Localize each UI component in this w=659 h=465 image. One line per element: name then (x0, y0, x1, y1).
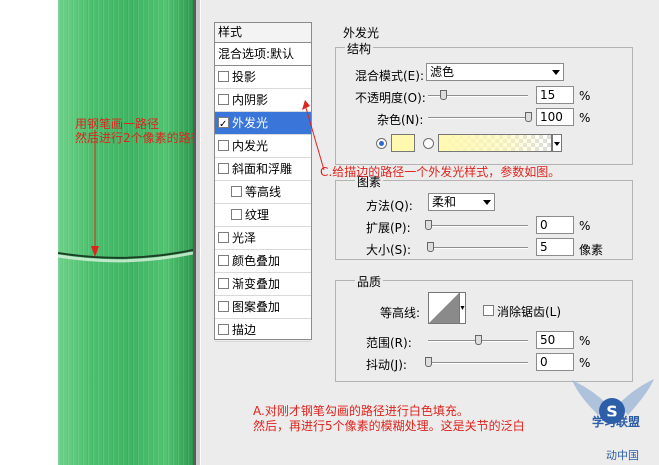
gradient-dropdown[interactable] (552, 134, 562, 152)
style-item-1[interactable]: 内阴影 (215, 89, 311, 112)
noise-input[interactable]: 100 (536, 108, 574, 126)
annotation-a-line-2: 然后，再进行5个像素的模糊处理。这是关节的泛白 (253, 419, 525, 433)
blending-options-item[interactable]: 混合选项:默认 (215, 43, 311, 66)
style-item-11[interactable]: 描边 (215, 319, 311, 342)
range-unit: % (579, 334, 591, 348)
style-checkbox[interactable] (231, 186, 242, 197)
canvas-background (0, 0, 58, 465)
antialias-label: 消除锯齿(L) (497, 305, 562, 319)
size-input[interactable]: 5 (536, 238, 574, 256)
noise-label: 杂色(N): (377, 113, 424, 127)
style-checkbox[interactable] (218, 232, 229, 243)
range-slider-thumb[interactable] (475, 335, 482, 345)
style-item-10[interactable]: 图案叠加 (215, 296, 311, 319)
annotation-c: C.给描边的路径一个外发光样式，参数如图。 (320, 165, 561, 179)
style-checkbox[interactable] (218, 301, 229, 312)
style-item-8[interactable]: 颜色叠加 (215, 250, 311, 273)
blend-mode-label: 混合模式(E): (355, 69, 424, 83)
style-label: 投影 (232, 70, 257, 84)
noise-unit: % (579, 111, 591, 125)
styles-list: 样式 混合选项:默认 投影内阴影外发光内发光斜面和浮雕等高线纹理光泽颜色叠加渐变… (214, 22, 312, 342)
style-label: 内阴影 (232, 93, 269, 107)
opacity-unit: % (579, 89, 591, 103)
style-label: 颜色叠加 (232, 254, 281, 268)
solid-color-radio[interactable] (376, 138, 387, 149)
watermark-sub: 动中国 (606, 449, 639, 462)
style-label: 内发光 (232, 139, 269, 153)
styles-header[interactable]: 样式 (215, 23, 311, 43)
style-item-6[interactable]: 纹理 (215, 204, 311, 227)
annotation-a: A.对刚才钢笔勾画的路径进行白色填充。 然后，再进行5个像素的模糊处理。这是关节… (253, 404, 525, 434)
quality-title: 品质 (355, 273, 384, 290)
style-checkbox[interactable] (218, 324, 229, 335)
style-label: 斜面和浮雕 (232, 162, 293, 176)
panel-title: 外发光 (343, 26, 380, 40)
gradient-picker[interactable] (438, 134, 552, 152)
styles-items: 投影内阴影外发光内发光斜面和浮雕等高线纹理光泽颜色叠加渐变叠加图案叠加描边 (215, 66, 311, 342)
size-slider-track[interactable] (428, 247, 528, 249)
spread-slider-thumb[interactable] (425, 220, 432, 230)
opacity-input[interactable]: 15 (536, 86, 574, 104)
jitter-label: 抖动(J): (366, 358, 407, 372)
spread-slider-track[interactable] (428, 225, 528, 227)
style-checkbox[interactable] (218, 255, 229, 266)
style-checkbox[interactable] (218, 71, 229, 82)
technique-label: 方法(Q): (366, 199, 413, 213)
bamboo-joint (58, 249, 193, 263)
style-label: 图案叠加 (232, 300, 281, 314)
blend-mode-value: 滤色 (430, 65, 455, 79)
contour-label: 等高线: (380, 306, 421, 320)
style-label: 外发光 (232, 116, 269, 130)
watermark-text: 学习联盟 (592, 415, 641, 429)
style-item-2[interactable]: 外发光 (215, 112, 311, 135)
style-item-7[interactable]: 光泽 (215, 227, 311, 250)
style-item-5[interactable]: 等高线 (215, 181, 311, 204)
style-checkbox[interactable] (218, 94, 229, 105)
glow-color-swatch[interactable] (391, 134, 415, 152)
range-label: 范围(R): (366, 336, 412, 350)
style-label: 渐变叠加 (232, 277, 281, 291)
technique-value: 柔和 (432, 195, 457, 209)
chevron-down-icon (483, 200, 491, 205)
style-checkbox[interactable] (218, 140, 229, 151)
antialias-checkbox[interactable] (483, 305, 494, 316)
style-checkbox[interactable] (218, 114, 229, 134)
style-label: 光泽 (232, 231, 257, 245)
noise-slider-track[interactable] (428, 117, 528, 119)
spread-unit: % (579, 219, 591, 233)
spread-input[interactable]: 0 (536, 216, 574, 234)
size-unit: 像素 (579, 243, 604, 257)
contour-preview[interactable] (428, 292, 466, 324)
style-checkbox[interactable] (231, 209, 242, 220)
structure-title: 结构 (345, 40, 374, 57)
style-item-4[interactable]: 斜面和浮雕 (215, 158, 311, 181)
range-input[interactable]: 50 (536, 331, 574, 349)
blend-mode-select[interactable]: 滤色 (426, 63, 564, 81)
style-label: 纹理 (245, 208, 270, 222)
opacity-slider-thumb[interactable] (440, 90, 447, 100)
style-label: 描边 (232, 323, 257, 337)
style-item-0[interactable]: 投影 (215, 66, 311, 89)
gradient-radio[interactable] (423, 138, 434, 149)
spread-label: 扩展(P): (366, 221, 411, 235)
jitter-slider-track[interactable] (428, 362, 528, 364)
annotation-arrow (91, 130, 99, 257)
size-slider-thumb[interactable] (427, 242, 434, 252)
chevron-down-icon (552, 70, 560, 75)
annotation-a-line-1: A.对刚才钢笔勾画的路径进行白色填充。 (253, 404, 469, 418)
chevron-down-icon (554, 142, 560, 146)
opacity-label: 不透明度(O): (355, 91, 426, 105)
jitter-unit: % (579, 356, 591, 370)
style-item-9[interactable]: 渐变叠加 (215, 273, 311, 296)
technique-select[interactable]: 柔和 (428, 193, 495, 211)
style-label: 等高线 (245, 185, 282, 199)
style-checkbox[interactable] (218, 163, 229, 174)
size-label: 大小(S): (366, 243, 412, 257)
jitter-slider-thumb[interactable] (425, 357, 432, 367)
style-item-3[interactable]: 内发光 (215, 135, 311, 158)
style-checkbox[interactable] (218, 278, 229, 289)
noise-slider-thumb[interactable] (525, 112, 532, 122)
bamboo-image (58, 0, 193, 465)
jitter-input[interactable]: 0 (536, 353, 574, 371)
